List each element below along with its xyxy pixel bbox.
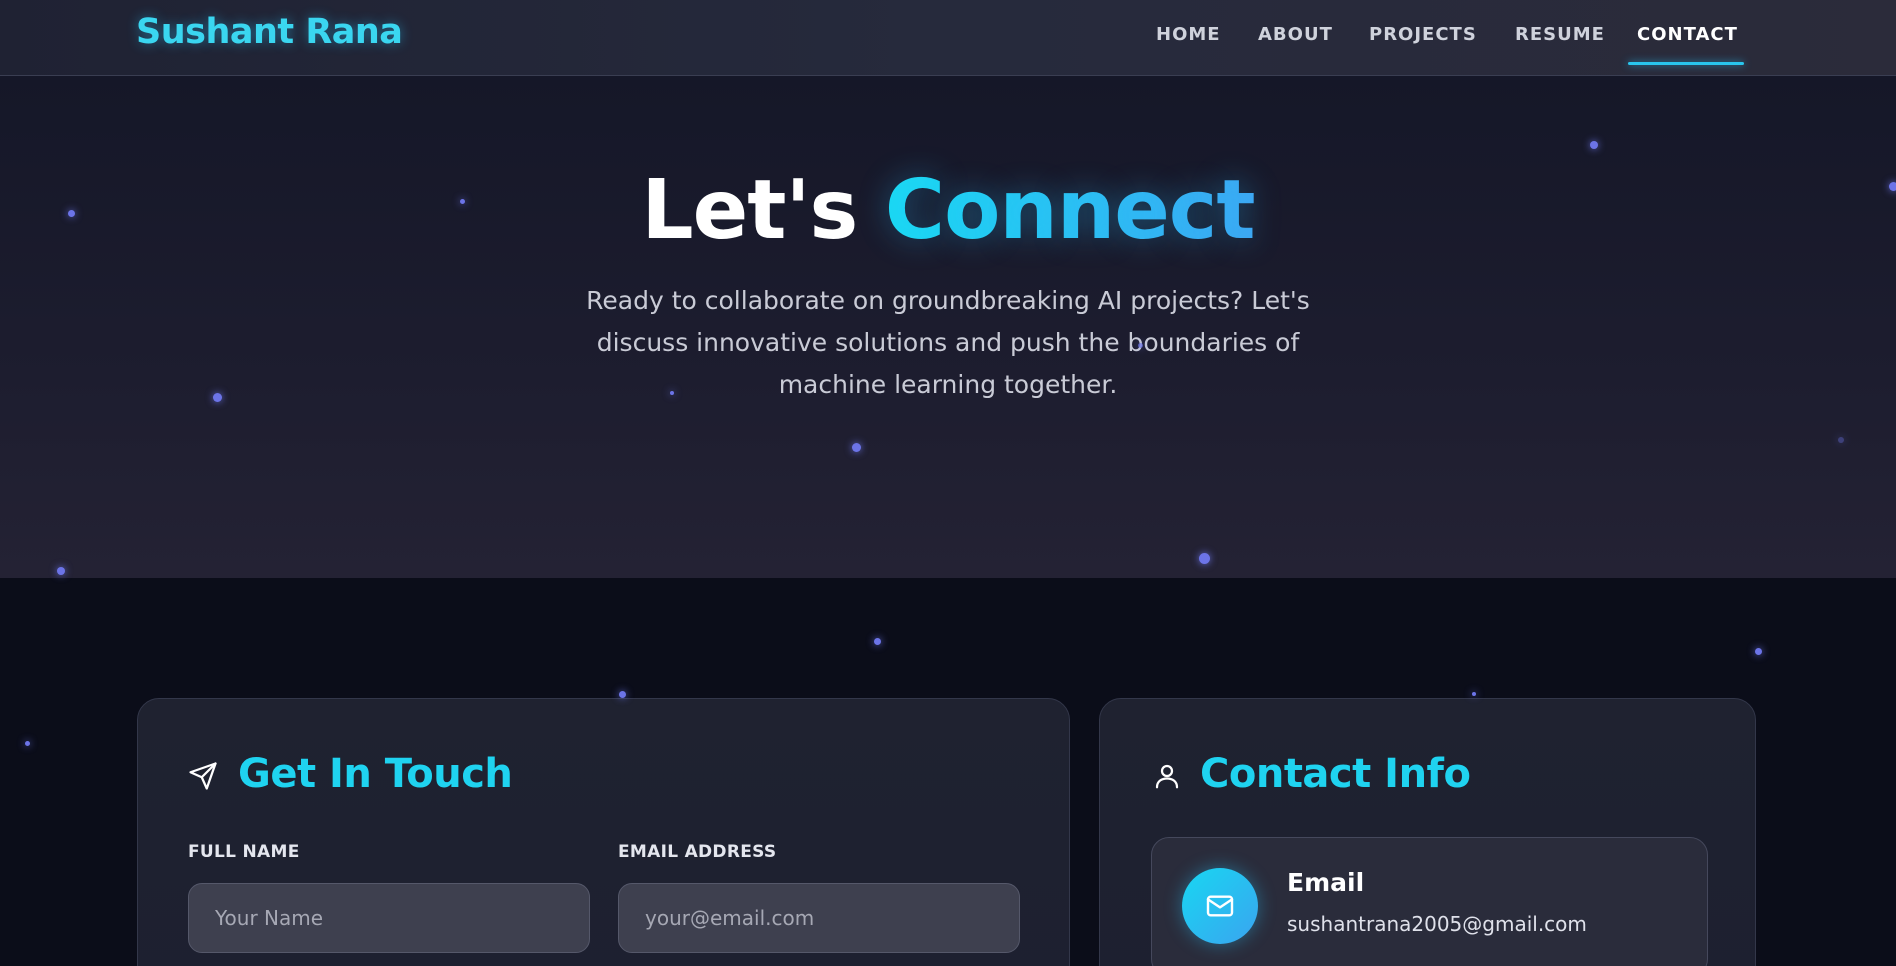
mail-icon — [1182, 868, 1258, 944]
info-card-title: Contact Info — [1200, 751, 1471, 797]
contact-form-card: Get In Touch FULL NAME EMAIL ADDRESS — [137, 698, 1070, 966]
particle — [852, 443, 861, 452]
page-title: Let's Connect — [0, 170, 1896, 252]
particle — [1199, 553, 1210, 564]
nav-active-indicator — [1628, 62, 1744, 65]
particle — [57, 567, 65, 575]
particle — [670, 391, 674, 395]
email-label: EMAIL ADDRESS — [618, 842, 777, 862]
hero-section: Let's Connect Ready to collaborate on gr… — [0, 76, 1896, 578]
form-card-title: Get In Touch — [238, 751, 513, 797]
particle — [1838, 437, 1844, 443]
particle — [1889, 182, 1896, 191]
contact-info-card: Contact Info Email sushantrana2005@gmail… — [1099, 698, 1756, 966]
particle — [1755, 648, 1762, 655]
title-part-connect: Connect — [884, 163, 1256, 258]
email-info-label: Email — [1287, 868, 1365, 897]
user-icon — [1155, 764, 1179, 789]
hero-subtitle: Ready to collaborate on groundbreaking A… — [586, 286, 1310, 399]
nav-link-home[interactable]: HOME — [1156, 24, 1221, 45]
nav-link-projects[interactable]: PROJECTS — [1369, 24, 1477, 45]
email-info-item[interactable]: Email sushantrana2005@gmail.com — [1151, 837, 1708, 966]
particle — [1590, 141, 1598, 149]
top-navbar: Sushant Rana HOME ABOUT PROJECTS RESUME … — [0, 0, 1896, 76]
particle — [1472, 692, 1476, 696]
nav-link-about[interactable]: ABOUT — [1258, 24, 1333, 45]
particle — [460, 199, 465, 204]
title-part-lets: Let's — [641, 163, 858, 258]
particle — [25, 741, 30, 746]
particle — [874, 638, 881, 645]
full-name-label: FULL NAME — [188, 842, 300, 862]
particle — [619, 691, 626, 698]
email-info-value[interactable]: sushantrana2005@gmail.com — [1287, 912, 1587, 936]
full-name-input[interactable] — [188, 883, 590, 953]
particle — [68, 210, 75, 217]
particle — [213, 393, 222, 402]
site-logo[interactable]: Sushant Rana — [136, 12, 403, 52]
particle — [1138, 343, 1143, 348]
nav-link-contact[interactable]: CONTACT — [1637, 24, 1738, 45]
nav-link-resume[interactable]: RESUME — [1515, 24, 1605, 45]
email-input[interactable] — [618, 883, 1020, 953]
send-icon — [189, 762, 217, 790]
